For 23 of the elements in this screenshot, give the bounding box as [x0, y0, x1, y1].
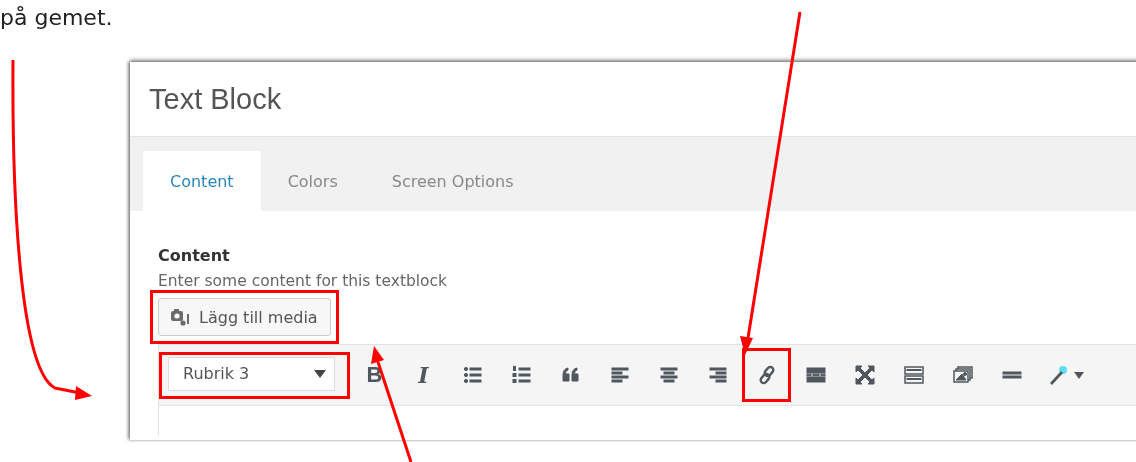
field-label: Content: [158, 246, 231, 265]
caret-icon: [1074, 371, 1084, 379]
gallery-icon: [952, 365, 973, 385]
dropdown-caret-icon: [314, 369, 326, 378]
caption-text: på gemet.: [0, 4, 113, 32]
align-right-icon: [707, 365, 728, 385]
fullscreen-icon: [854, 365, 875, 385]
read-more-icon: [805, 365, 826, 385]
add-media-button[interactable]: Lägg till media: [158, 298, 331, 336]
toolbar-toggle-icon: [903, 365, 924, 385]
field-description: Enter some content for this textblock: [158, 272, 449, 290]
quote-icon: [560, 365, 581, 385]
align-center-icon: [658, 365, 679, 385]
italic-button[interactable]: I: [406, 355, 441, 395]
media-icon: [171, 308, 191, 326]
bold-button[interactable]: B: [357, 355, 392, 395]
bullet-list-icon: [462, 365, 483, 385]
align-left-icon: [609, 365, 630, 385]
magic-wand-icon: [1048, 365, 1068, 385]
numbered-list-icon: [511, 365, 532, 385]
tab[interactable]: Content: [143, 151, 261, 211]
format-dropdown[interactable]: Rubrik 3: [168, 356, 335, 391]
window-title: Text Block: [149, 82, 282, 116]
